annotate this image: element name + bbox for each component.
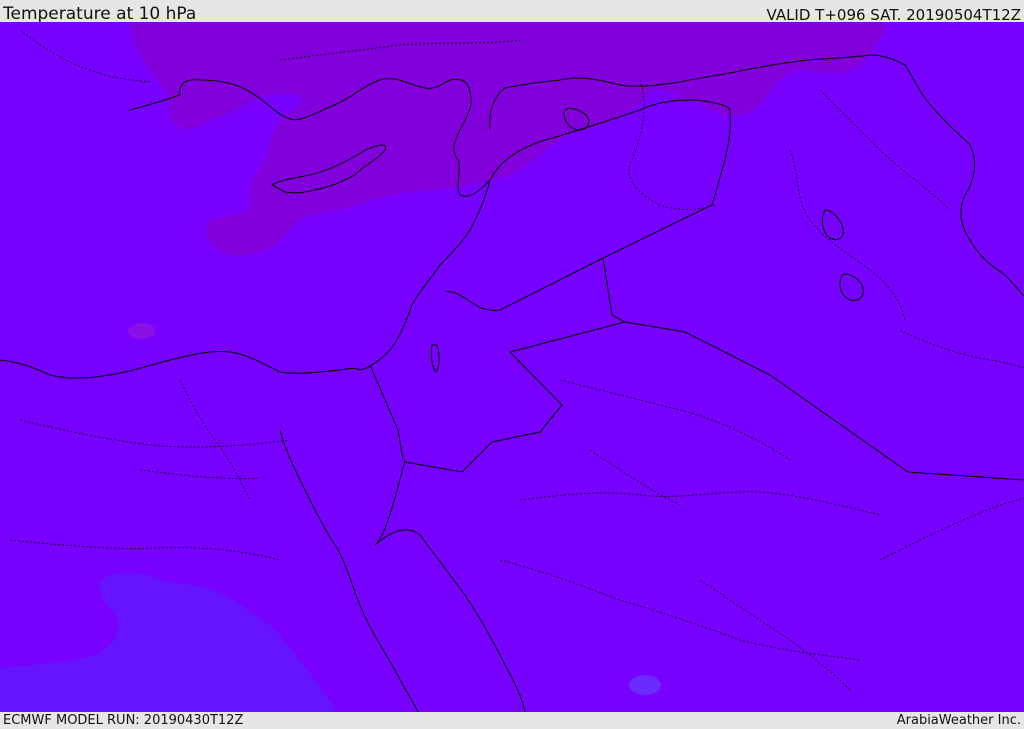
cold-spot [128,323,156,339]
map-svg [0,22,1024,712]
map-canvas [0,22,1024,712]
footer-bar: ECMWF MODEL RUN: 20190430T12Z ArabiaWeat… [0,712,1024,729]
warm-spot [629,675,661,695]
map-title: Temperature at 10 hPa [3,4,197,24]
map-figure: Temperature at 10 hPa VALID T+096 SAT. 2… [0,0,1024,729]
credit-label: ArabiaWeather Inc. [896,713,1021,728]
header-bar: Temperature at 10 hPa VALID T+096 SAT. 2… [0,0,1024,24]
model-run: ECMWF MODEL RUN: 20190430T12Z [3,713,244,728]
